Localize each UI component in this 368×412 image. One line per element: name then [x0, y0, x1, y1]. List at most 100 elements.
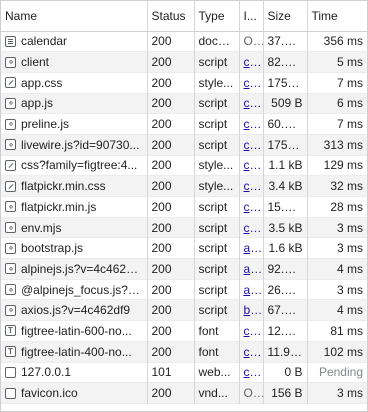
request-row[interactable]: flatpickr.min.js 200scriptc...15.2 ... 28 …: [1, 196, 367, 218]
request-row[interactable]: app.css 200 style... c... 175 kB 7 ms: [1, 72, 367, 94]
request-name-cell[interactable]: 127.0.0.1: [1, 362, 148, 383]
request-initiator[interactable]: c...: [239, 175, 264, 197]
request-time: 4 ms: [336, 303, 363, 318]
request-initiator[interactable]: a...: [239, 237, 264, 259]
request-size: 175 kB: [263, 134, 308, 156]
request-name-cell[interactable]: css?family=figtree:4...: [1, 155, 148, 176]
request-name-cell[interactable]: bootstrap.js: [1, 237, 148, 259]
request-type: font: [194, 320, 240, 342]
request-name-cell[interactable]: flatpickr.min.js: [1, 196, 148, 218]
request-type: script: [194, 196, 240, 218]
request-name-cell[interactable]: client: [1, 51, 148, 73]
request-row[interactable]: favicon.ico 200 vnd... O... 156 B 3 ms: [1, 382, 367, 404]
request-type: script: [194, 279, 240, 300]
request-row[interactable]: livewire.js?id=90730... 200scriptc...175 …: [1, 134, 367, 156]
stylesheet-icon: [5, 77, 16, 89]
column-header-time[interactable]: Time: [307, 1, 367, 32]
request-size: 175 kB: [263, 72, 308, 94]
request-name-cell[interactable]: app.js: [1, 93, 148, 114]
request-type: script: [194, 51, 240, 73]
request-row[interactable]: axios.js?v=4c462df9 200scriptb...67.2 ...…: [1, 299, 367, 321]
request-name-cell[interactable]: @alpinejs_focus.js?v...: [1, 279, 148, 300]
request-type: script: [194, 113, 240, 135]
request-name-cell[interactable]: axios.js?v=4c462df9: [1, 299, 148, 321]
request-name-cell[interactable]: env.mjs: [1, 217, 148, 238]
request-initiator[interactable]: a...: [239, 258, 264, 280]
request-status: 200: [147, 113, 195, 135]
request-initiator[interactable]: c...: [239, 134, 264, 156]
request-time: 6 ms: [336, 96, 363, 111]
request-row[interactable]: figtree-latin-400-no... 200fontc...11.9 .…: [1, 341, 367, 362]
request-row[interactable]: css?family=figtree:4... 200 style... c... 1.…: [1, 155, 367, 176]
request-row[interactable]: client 200scriptc...82.8 ... 5 ms: [1, 51, 367, 73]
column-header-initiator[interactable]: I...: [239, 1, 264, 32]
request-initiator[interactable]: b...: [239, 299, 264, 321]
request-name-cell[interactable]: flatpickr.min.css: [1, 175, 148, 197]
request-initiator[interactable]: c...: [239, 196, 264, 218]
request-initiator[interactable]: c...: [239, 51, 264, 73]
request-row[interactable]: flatpickr.min.css 200 style... c... 3.4 kB 32…: [1, 175, 367, 197]
stylesheet-icon: [5, 180, 16, 192]
column-header-type[interactable]: Type: [194, 1, 240, 32]
blank-file-icon: [5, 387, 16, 399]
request-row[interactable]: @alpinejs_focus.js?v... 200scripta...26.9…: [1, 279, 367, 300]
request-status: 200: [147, 258, 195, 280]
request-initiator[interactable]: c...: [239, 72, 264, 94]
request-type: script: [194, 237, 240, 259]
request-initiator[interactable]: c...: [239, 155, 264, 176]
request-row[interactable]: bootstrap.js 200scripta...1.6 kB 3 ms: [1, 237, 367, 259]
request-row[interactable]: calendar 200 docu... O... 37.2 ... 356 ms: [1, 31, 367, 52]
request-row[interactable]: alpinejs.js?v=4c462d... 200scripta...92.5…: [1, 258, 367, 280]
request-initiator[interactable]: c...: [239, 217, 264, 238]
request-size: 82.8 ...: [263, 51, 308, 73]
request-size: 92.5 ...: [263, 258, 308, 280]
request-size: 0 B: [263, 362, 308, 383]
column-header-status[interactable]: Status: [147, 1, 195, 32]
request-initiator[interactable]: c...: [239, 341, 264, 362]
script-icon: [5, 201, 16, 213]
request-name: app.js: [21, 96, 54, 111]
request-name-cell[interactable]: calendar: [1, 31, 148, 52]
request-time: 28 ms: [330, 199, 363, 214]
request-name: calendar: [21, 34, 68, 49]
request-time: 4 ms: [336, 261, 363, 276]
request-row[interactable]: app.js 200scriptc...509 B 6 ms: [1, 93, 367, 114]
request-name: figtree-latin-600-no...: [21, 323, 132, 338]
request-name-cell[interactable]: alpinejs.js?v=4c462d...: [1, 258, 148, 280]
request-size: 12.1 ...: [263, 320, 308, 342]
column-header-name[interactable]: Name: [1, 1, 148, 32]
request-name-cell[interactable]: preline.js: [1, 113, 148, 135]
request-name-cell[interactable]: livewire.js?id=90730...: [1, 134, 148, 156]
request-name: livewire.js?id=90730...: [21, 137, 140, 152]
request-initiator[interactable]: c...: [239, 320, 264, 342]
request-size: 3.4 kB: [263, 175, 308, 197]
column-header-size[interactable]: Size: [263, 1, 308, 32]
request-name-cell[interactable]: figtree-latin-600-no...: [1, 320, 148, 342]
header-row: Name Status Type I... Size Time: [1, 1, 367, 32]
script-icon: [5, 56, 16, 68]
request-name-cell[interactable]: app.css: [1, 72, 148, 94]
request-initiator[interactable]: c...: [239, 113, 264, 135]
request-status: 200: [147, 299, 195, 321]
request-row[interactable]: env.mjs 200scriptc...3.5 kB 3 ms: [1, 217, 367, 238]
request-size: 15.2 ...: [263, 196, 308, 218]
request-type: web...: [194, 362, 240, 383]
script-icon: [5, 304, 16, 316]
request-type: vnd...: [194, 382, 240, 404]
request-name-cell[interactable]: favicon.ico: [1, 382, 148, 404]
request-status: 200: [147, 51, 195, 73]
request-size: 509 B: [263, 93, 308, 114]
request-name: app.css: [21, 75, 63, 90]
request-initiator[interactable]: c...: [239, 93, 264, 114]
script-icon: [5, 263, 16, 275]
request-row[interactable]: 127.0.0.1 101 web... c... 0 B Pending: [1, 362, 367, 383]
script-icon: [5, 242, 16, 254]
request-row[interactable]: figtree-latin-600-no... 200fontc...12.1 .…: [1, 320, 367, 342]
request-initiator[interactable]: c...: [239, 362, 264, 383]
request-row[interactable]: preline.js 200scriptc...60.0 ... 7 ms: [1, 113, 367, 135]
request-status: 200: [147, 155, 195, 176]
request-time: 313 ms: [323, 137, 363, 152]
request-name-cell[interactable]: figtree-latin-400-no...: [1, 341, 148, 362]
request-initiator[interactable]: a...: [239, 279, 264, 300]
stylesheet-icon: [5, 159, 16, 171]
